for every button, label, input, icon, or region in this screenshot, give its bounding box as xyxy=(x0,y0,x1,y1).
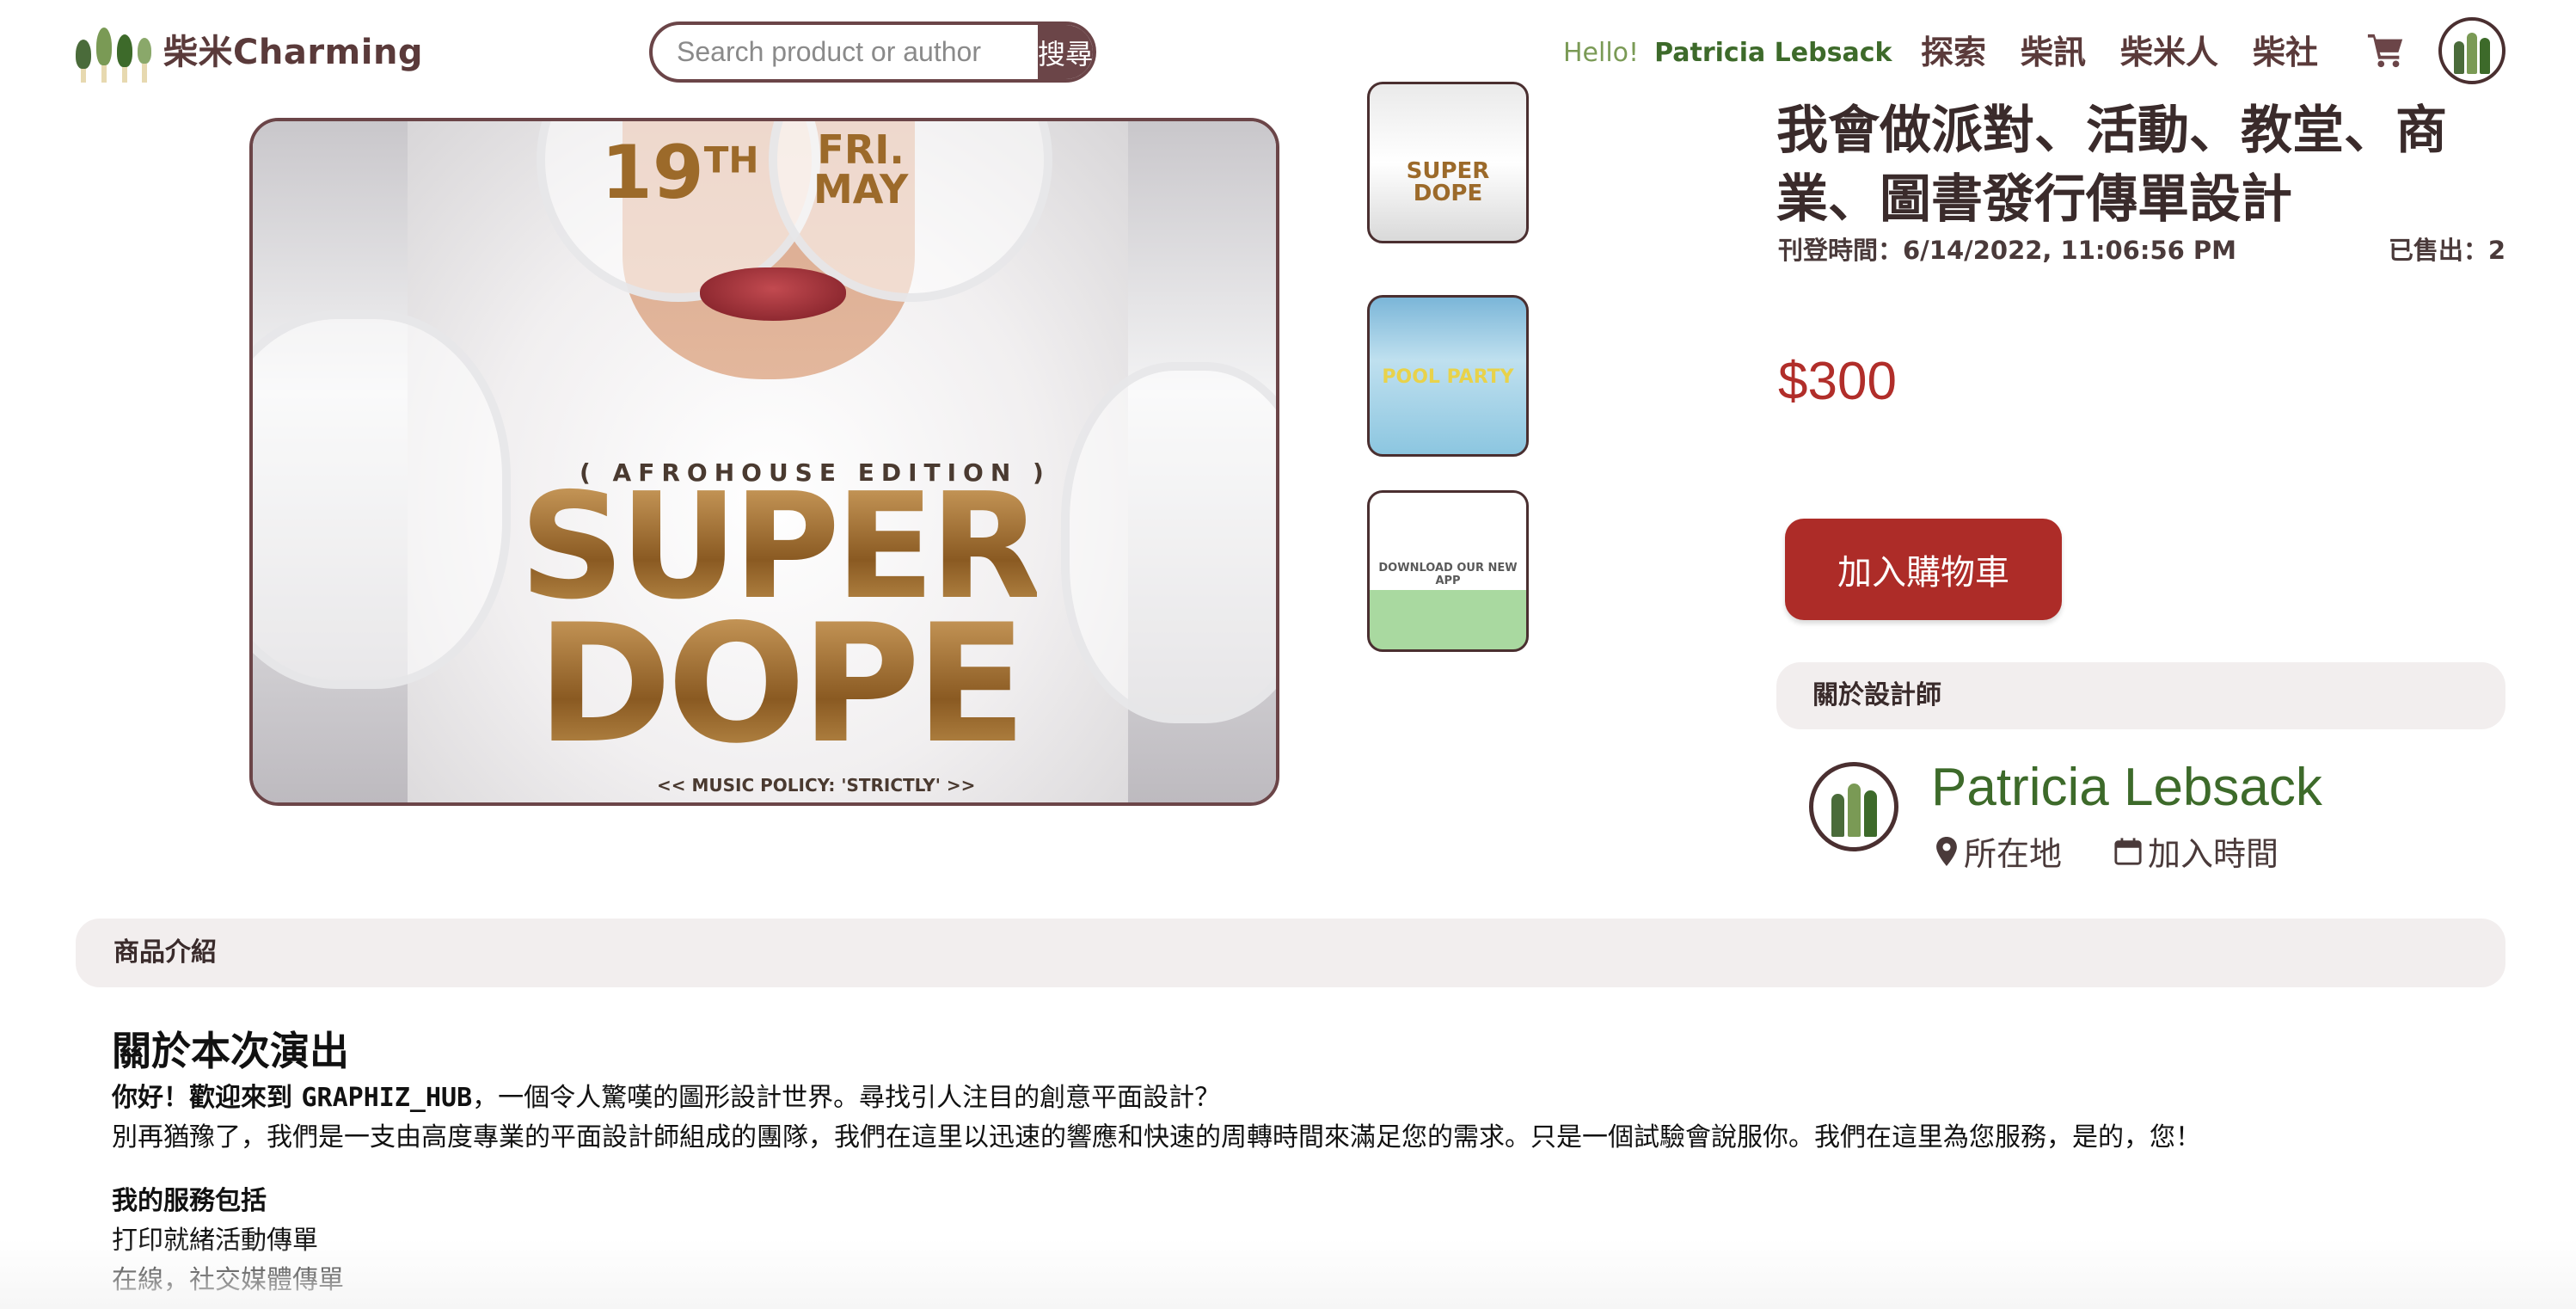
poster-date-suffix: TH xyxy=(703,138,759,181)
posted-time: 刊登時間：6/14/2022, 11:06:56 PM xyxy=(1778,236,2237,265)
site-logo[interactable]: 柴米Charming xyxy=(76,22,423,83)
product-price: $300 xyxy=(1778,352,1897,411)
user-greeting: Hello! Patricia Lebsack xyxy=(1563,36,1892,71)
product-description: 關於本次演出 你好！歡迎來到 GRAPHIZ_HUB，一個令人驚嘆的圖形設計世界… xyxy=(112,1023,2476,1300)
product-title: 我會做派對、活動、教堂、商業、圖書發行傳單設計 xyxy=(1776,101,2447,230)
poster-weekday: FRI. xyxy=(817,126,905,173)
poster-policy: << MUSIC POLICY: 'STRICTLY' >> xyxy=(657,775,976,796)
nav-explore[interactable]: 探索 xyxy=(1921,29,1986,76)
designer-location: 所在地 xyxy=(1935,827,2062,875)
user-name[interactable]: Patricia Lebsack xyxy=(1654,38,1892,68)
thumbnail-2[interactable]: POOL PARTY xyxy=(1367,295,1529,457)
description-intro: 你好！歡迎來到 GRAPHIZ_HUB，一個令人驚嘆的圖形設計世界。尋找引人注目… xyxy=(112,1079,2476,1118)
logo-text: 柴米Charming xyxy=(163,33,424,72)
sold-count: 已售出：2 xyxy=(2388,236,2505,265)
description-section-header: 商品介紹 xyxy=(76,919,2505,987)
calendar-icon xyxy=(2114,837,2142,865)
description-brand: GRAPHIZ_HUB xyxy=(301,1083,473,1113)
description-intro-prefix: 你好！歡迎來到 xyxy=(112,1083,302,1113)
description-intro-suffix: ，一個令人驚嘆的圖形設計世界。尋找引人注目的創意平面設計？ xyxy=(472,1083,1221,1113)
designer-joined: 加入時間 xyxy=(2113,827,2279,875)
main-product-image[interactable]: 19TH FRI. MAY ( AFROHOUSE EDITION ) SUPER… xyxy=(249,118,1279,806)
search-bar: 搜尋 xyxy=(649,22,1096,83)
add-to-cart-button[interactable]: 加入購物車 xyxy=(1785,519,2062,620)
designer-meta: 所在地 加入時間 xyxy=(1935,827,2279,875)
product-meta: 刊登時間：6/14/2022, 11:06:56 PM 已售出：2 xyxy=(1778,230,2505,267)
nav-community[interactable]: 柴社 xyxy=(2253,29,2318,76)
logo-trees-icon xyxy=(76,28,151,83)
poster-date-day: 19 xyxy=(601,130,704,216)
thumbnail-2-label: POOL PARTY xyxy=(1382,366,1514,388)
thumbnail-1-label: SUPER DOPE xyxy=(1406,158,1490,206)
cart-icon[interactable] xyxy=(2366,31,2406,71)
service-item-1: 打印就緒活動傳單 xyxy=(112,1226,318,1256)
nav-news[interactable]: 柴訊 xyxy=(2021,29,2086,76)
thumbnail-1[interactable]: SUPER DOPE xyxy=(1367,82,1529,243)
location-pin-icon xyxy=(1936,836,1957,866)
designer-section-header: 關於設計師 xyxy=(1776,662,2505,729)
description-heading: 關於本次演出 xyxy=(112,1028,349,1074)
search-button[interactable]: 搜尋 xyxy=(1038,25,1093,79)
description-paragraph: 別再猶豫了，我們是一支由高度專業的平面設計師組成的團隊，我們在這里以迅速的響應和… xyxy=(112,1122,2201,1152)
avatar[interactable] xyxy=(2438,17,2505,84)
search-input[interactable] xyxy=(653,25,1038,79)
designer-avatar[interactable] xyxy=(1809,762,1898,851)
poster-weekday-month: FRI. MAY xyxy=(813,130,908,209)
poster-headline-2: DOPE xyxy=(537,589,1027,779)
thumbnail-3[interactable]: DOWNLOAD OUR NEW APP xyxy=(1367,490,1529,652)
designer-location-label: 所在地 xyxy=(1964,835,2063,873)
designer-name[interactable]: Patricia Lebsack xyxy=(1931,757,2322,819)
poster-lips xyxy=(700,267,846,321)
thumbnail-3-label: DOWNLOAD OUR NEW APP xyxy=(1378,562,1518,587)
main-nav: 探索 柴訊 柴米人 柴社 xyxy=(1921,29,2318,76)
service-item-2: 在線，社交媒體傳單 xyxy=(112,1265,344,1295)
poster-month: MAY xyxy=(813,166,909,212)
designer-joined-label: 加入時間 xyxy=(2148,835,2279,873)
services-heading: 我的服務包括 xyxy=(112,1186,267,1216)
nav-people[interactable]: 柴米人 xyxy=(2120,29,2218,76)
poster-date: 19TH xyxy=(601,130,759,216)
greeting-text: Hello! xyxy=(1563,38,1640,68)
